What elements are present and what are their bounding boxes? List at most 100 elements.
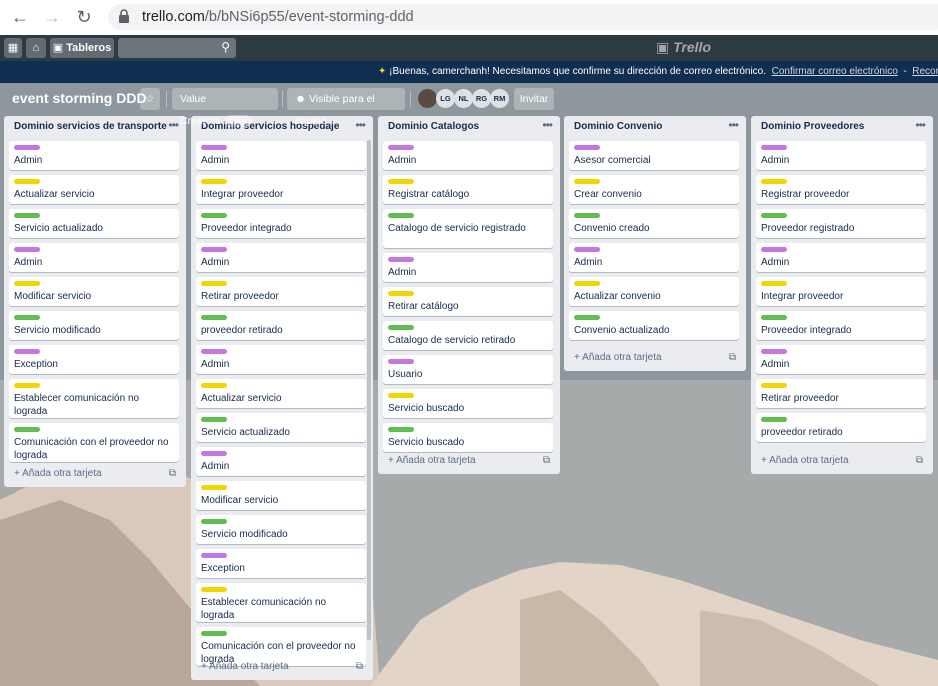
board-title[interactable]: event storming DDD [12,90,147,106]
add-card-label: Añada otra tarjeta [396,455,476,466]
card[interactable]: Integrar proveedor [756,277,926,306]
card[interactable]: Actualizar servicio [196,379,366,408]
avatar[interactable]: RG [472,89,491,108]
card[interactable]: Catalogo de servicio registrado [383,209,553,248]
card[interactable]: Registrar proveedor [756,175,926,204]
card[interactable]: Admin [9,243,179,272]
boards-button[interactable]: ▣ Tableros [50,38,114,58]
confirm-email-link[interactable]: Confirmar correo electrónico [772,66,898,77]
team-button[interactable]: Value Creators Free [172,88,278,127]
card[interactable]: proveedor retirado [756,413,926,442]
list-header[interactable]: Dominio Proveedores ••• [751,116,933,136]
add-card-button[interactable]: + Añada otra tarjeta [201,661,289,672]
add-card-button[interactable]: + Añada otra tarjeta [761,455,849,466]
card[interactable]: Admin [756,345,926,374]
card-label-yellow [574,179,600,184]
card-title: Establecer comunicación no lograda [201,597,327,621]
card[interactable]: Usuario [383,355,553,384]
home-icon[interactable]: ⌂ [26,38,46,58]
card[interactable]: Catalogo de servicio retirado [383,321,553,350]
card[interactable]: Servicio buscado [383,389,553,418]
template-icon[interactable]: ⧉ [729,352,736,363]
more-icon[interactable]: ••• [728,118,739,132]
card[interactable]: Modificar servicio [196,481,366,510]
card[interactable]: Admin [196,345,366,374]
more-icon[interactable]: ••• [168,118,179,132]
card[interactable]: Servicio modificado [9,311,179,340]
card[interactable]: Actualizar servicio [9,175,179,204]
card[interactable]: Admin [383,141,553,170]
more-icon[interactable]: ••• [915,118,926,132]
card[interactable]: Admin [196,447,366,476]
card[interactable]: Exception [9,345,179,374]
avatar[interactable]: NL [454,89,473,108]
card-title: Crear convenio [574,189,642,200]
card-label-purple [14,145,40,150]
more-icon[interactable]: ••• [355,118,366,132]
card[interactable]: Asesor comercial [569,141,739,170]
card-label-purple [201,145,227,150]
card[interactable]: Admin [196,243,366,272]
list-title[interactable]: Dominio servicios de transporte [14,121,167,132]
list-header[interactable]: Dominio Catalogos ••• [378,116,560,136]
card[interactable]: Crear convenio [569,175,739,204]
card[interactable]: Servicio buscado [383,423,553,452]
card[interactable]: Retirar proveedor [756,379,926,408]
card[interactable]: Proveedor integrado [756,311,926,340]
reload-icon[interactable]: ↻ [72,6,96,28]
card[interactable]: Comunicación con el proveedor no lograda [9,423,179,462]
card[interactable]: Integrar proveedor [196,175,366,204]
card[interactable]: Servicio actualizado [196,413,366,442]
arrow-left-icon[interactable]: ← [8,6,32,28]
card[interactable]: Retirar catálogo [383,287,553,316]
card[interactable]: Servicio modificado [196,515,366,544]
card[interactable]: Admin [756,243,926,272]
card[interactable]: Establecer comunicación no lograda [196,583,366,622]
list-header[interactable]: Dominio servicios de transporte ••• [4,116,186,136]
card-title: Admin [761,257,790,268]
add-card-button[interactable]: + Añada otra tarjeta [14,468,102,479]
card[interactable]: Convenio actualizado [569,311,739,340]
address-bar[interactable]: trello.com/b/bNSi6p55/event-storming-ddd [108,4,938,30]
card[interactable]: proveedor retirado [196,311,366,340]
template-icon[interactable]: ⧉ [169,468,176,479]
template-icon[interactable]: ⧉ [356,661,363,672]
card[interactable]: Admin [383,253,553,282]
list-title[interactable]: Dominio Proveedores [761,121,864,132]
list-title[interactable]: Dominio Convenio [574,121,662,132]
card[interactable]: Exception [196,549,366,578]
banner-message: ¡Buenas, camerchanh! Necesitamos que con… [389,66,767,77]
avatar-photo[interactable] [418,89,437,108]
avatar[interactable]: RM [490,89,509,108]
card[interactable]: Proveedor registrado [756,209,926,238]
remind-me-link[interactable]: Recordármelo m [912,66,938,77]
list-scrollbar[interactable] [367,140,371,640]
invite-button[interactable]: Invitar [514,88,554,110]
star-icon[interactable]: ☆ [140,88,160,110]
template-icon[interactable]: ⧉ [916,455,923,466]
avatar[interactable]: LG [436,89,455,108]
card[interactable]: Servicio actualizado [9,209,179,238]
card[interactable]: Proveedor integrado [196,209,366,238]
card[interactable]: Actualizar convenio [569,277,739,306]
card[interactable]: Admin [196,141,366,170]
apps-icon[interactable]: ▦ [4,38,22,58]
add-card-button[interactable]: + Añada otra tarjeta [388,455,476,466]
visibility-button[interactable]: ☻ Visible para el equipo [287,88,405,127]
card[interactable]: Registrar catálogo [383,175,553,204]
search-input[interactable]: ⚲ [118,38,236,58]
list-title[interactable]: Dominio Catalogos [388,121,479,132]
card[interactable]: Retirar proveedor [196,277,366,306]
card[interactable]: Establecer comunicación no lograda [9,379,179,418]
boards-icon: ▣ [52,42,64,54]
template-icon[interactable]: ⧉ [543,455,550,466]
card[interactable]: Admin [569,243,739,272]
arrow-right-icon[interactable]: → [40,6,64,28]
more-icon[interactable]: ••• [542,118,553,132]
card[interactable]: Admin [756,141,926,170]
add-card-button[interactable]: + Añada otra tarjeta [574,352,662,363]
card[interactable]: Convenio creado [569,209,739,238]
card[interactable]: Modificar servicio [9,277,179,306]
list-header[interactable]: Dominio Convenio ••• [564,116,746,136]
card[interactable]: Admin [9,141,179,170]
